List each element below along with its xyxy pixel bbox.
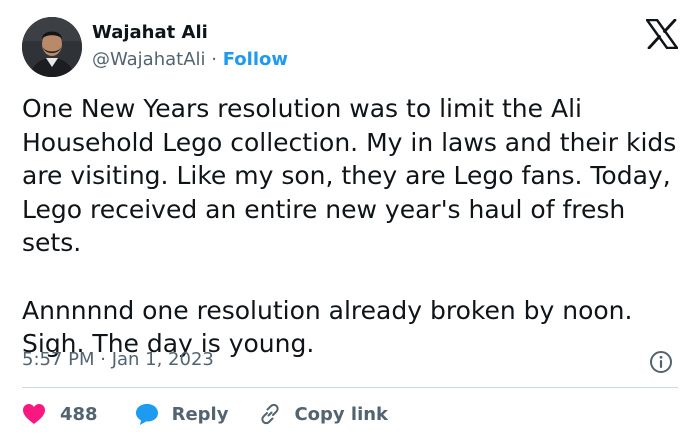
author-handle[interactable]: @WajahatAli: [92, 49, 206, 70]
reply-button[interactable]: Reply: [134, 402, 229, 426]
follow-button[interactable]: Follow: [223, 49, 288, 70]
author-handle-row: @WajahatAli · Follow: [92, 49, 288, 70]
tweet-paragraph-1: One New Years resolution was to limit th…: [22, 94, 677, 258]
x-logo-icon[interactable]: [645, 18, 679, 50]
author-name[interactable]: Wajahat Ali: [92, 22, 208, 43]
info-icon[interactable]: [649, 350, 673, 374]
speech-bubble-icon: [134, 402, 160, 426]
action-bar: 488 Reply Copy link: [22, 399, 388, 429]
like-count: 488: [60, 403, 98, 425]
avatar[interactable]: [22, 17, 82, 77]
copy-link-label: Copy link: [294, 403, 389, 425]
tweet-timestamp[interactable]: 5:57 PM · Jan 1, 2023: [22, 349, 214, 370]
handle-separator: ·: [211, 49, 217, 70]
reply-label: Reply: [171, 403, 229, 425]
copy-link-button[interactable]: Copy link: [258, 402, 388, 426]
heart-icon: [22, 403, 46, 425]
tweet-text: One New Years resolution was to limit th…: [22, 92, 678, 361]
divider: [22, 387, 678, 388]
tweet-card: Wajahat Ali @WajahatAli · Follow One New…: [0, 0, 700, 440]
like-button[interactable]: 488: [22, 403, 98, 425]
avatar-image: [22, 17, 82, 77]
link-icon: [258, 402, 282, 426]
